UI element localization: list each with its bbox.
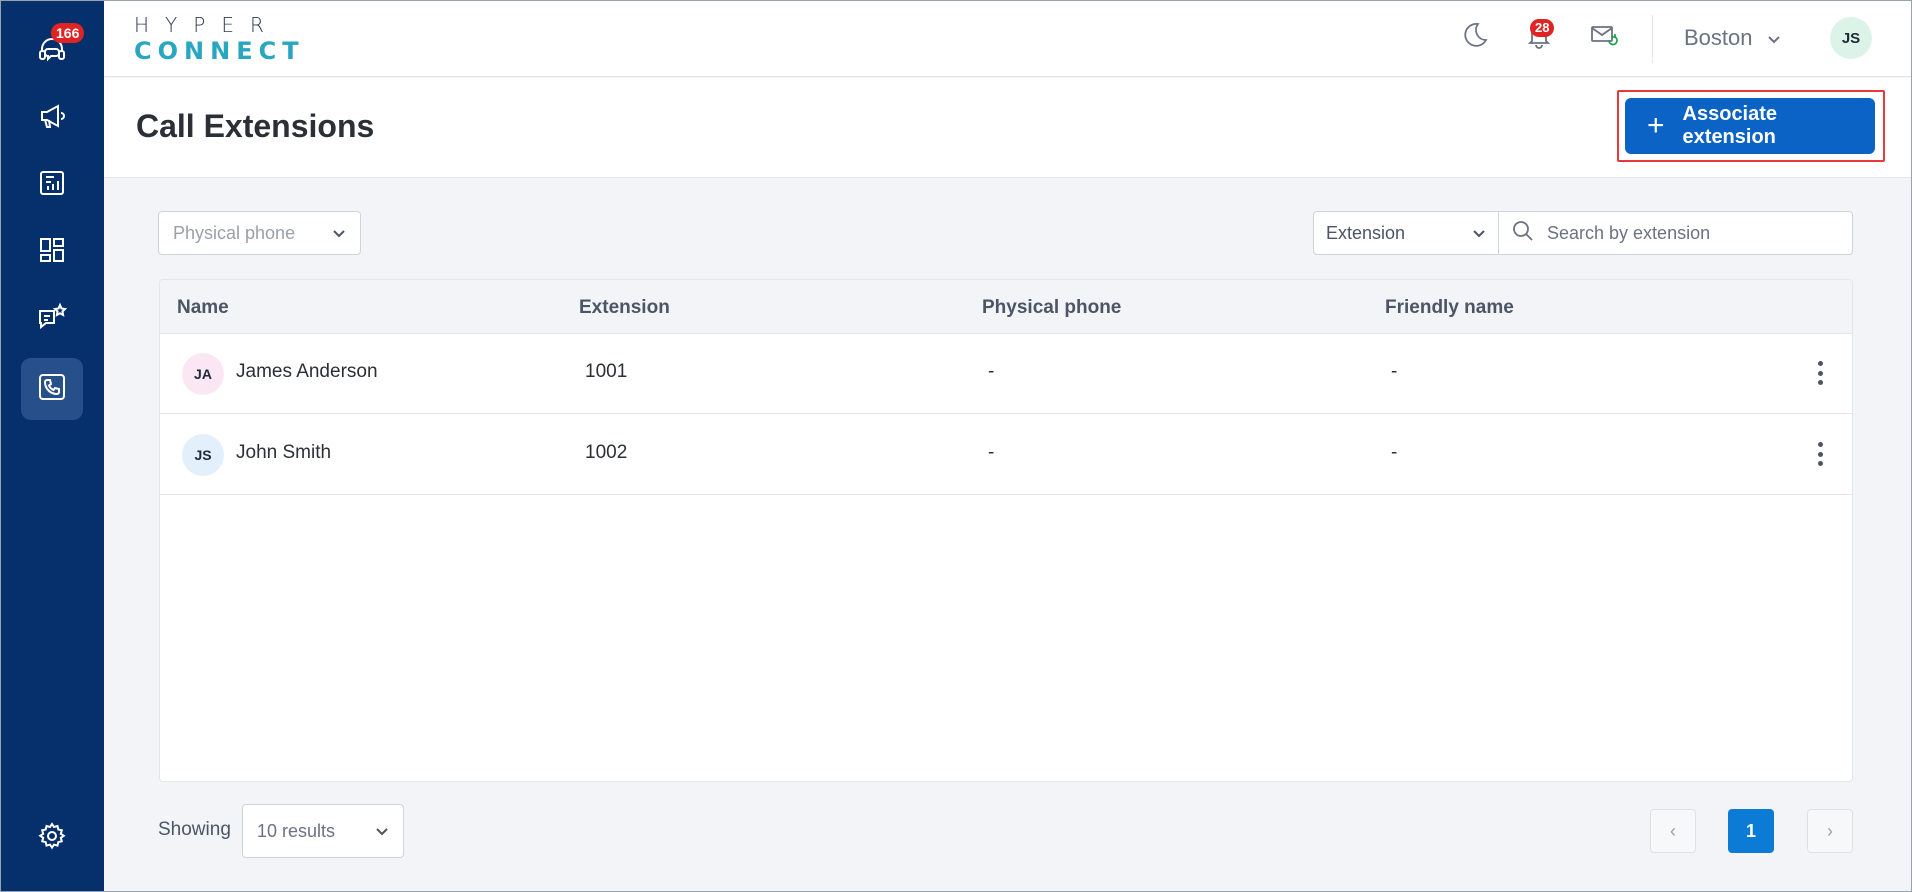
associate-extension-label: Associate extension (1682, 103, 1778, 148)
megaphone-icon (36, 100, 68, 137)
prev-page-button[interactable]: ‹ (1650, 809, 1696, 853)
showing-label: Showing (158, 819, 231, 840)
table-header: Name Extension Physical phone Friendly n… (160, 280, 1852, 334)
table-row[interactable]: JS John Smith 1002 - - (160, 415, 1852, 495)
kebab-dot (1817, 380, 1823, 385)
sidebar-item-reports[interactable] (21, 154, 83, 216)
physical-phone-filter-label: Physical phone (173, 222, 296, 243)
row-physical-phone: - (988, 361, 995, 382)
kebab-dot (1817, 361, 1823, 366)
next-page-button[interactable]: › (1807, 809, 1853, 853)
report-icon (36, 167, 68, 204)
chat-star-icon (36, 301, 68, 338)
phone-icon (36, 371, 68, 408)
page-size-label: 10 results (257, 820, 336, 841)
kebab-dot (1817, 442, 1823, 447)
location-label: Boston (1684, 25, 1753, 50)
support-badge: 166 (51, 23, 85, 43)
location-selector[interactable]: Boston (1684, 25, 1781, 51)
sidebar-item-call-extensions[interactable] (21, 358, 83, 420)
dark-mode-toggle[interactable] (1456, 19, 1492, 55)
sidebar-item-campaigns[interactable] (21, 87, 83, 149)
search-input[interactable] (1547, 222, 1837, 244)
row-actions-button[interactable] (1810, 358, 1830, 388)
kebab-dot (1817, 451, 1823, 457)
page-title: Call Extensions (136, 108, 375, 144)
physical-phone-filter[interactable]: Physical phone (158, 211, 361, 255)
mail-sync-icon (1589, 20, 1619, 55)
app-window: 166 HYPER CONNECT 28 Boston JS Call Exte… (0, 0, 1912, 892)
header-divider (1652, 15, 1653, 63)
sidebar: 166 (1, 1, 104, 891)
page-1-button[interactable]: 1 (1728, 809, 1774, 853)
notification-badge: 28 (1530, 19, 1555, 37)
plus-icon: + (1647, 109, 1665, 142)
extensions-table: Name Extension Physical phone Friendly n… (159, 279, 1853, 782)
sidebar-item-feedback[interactable] (21, 288, 83, 350)
associate-extension-button[interactable]: + Associate extension (1625, 98, 1875, 154)
chevron-down-icon (1767, 25, 1781, 51)
user-avatar[interactable]: JS (1830, 17, 1872, 59)
row-extension: 1001 (585, 361, 628, 382)
column-header-friendly-name: Friendly name (1385, 297, 1514, 318)
search-icon (1511, 219, 1535, 248)
table-row[interactable]: JA James Anderson 1001 - - (160, 334, 1852, 414)
sidebar-item-settings[interactable] (21, 807, 83, 869)
row-avatar: JA (182, 353, 224, 395)
row-friendly-name: - (1391, 442, 1398, 463)
page-size-select[interactable]: 10 results (242, 804, 404, 858)
chevron-down-icon (1472, 223, 1486, 244)
row-extension: 1002 (585, 442, 628, 463)
chevron-down-icon (375, 821, 389, 842)
row-physical-phone: - (988, 442, 995, 463)
kebab-dot (1817, 461, 1823, 466)
mail-sync-button[interactable] (1586, 19, 1622, 55)
page-titlebar: Call Extensions + Associate extension (104, 78, 1911, 178)
column-header-extension: Extension (579, 297, 670, 318)
top-header: HYPER CONNECT 28 Boston JS (104, 1, 1911, 77)
column-header-name: Name (177, 297, 229, 318)
search-field-select-label: Extension (1326, 222, 1406, 243)
gear-icon (36, 820, 68, 857)
kebab-dot (1817, 370, 1823, 376)
row-friendly-name: - (1391, 361, 1398, 382)
dashboard-icon (36, 234, 68, 271)
search-field-select[interactable]: Extension (1313, 211, 1499, 255)
row-name: James Anderson (236, 361, 378, 382)
chevron-down-icon (332, 223, 346, 244)
moon-icon (1459, 20, 1489, 55)
row-actions-button[interactable] (1810, 439, 1830, 469)
row-name: John Smith (236, 442, 332, 463)
row-avatar: JS (182, 434, 224, 476)
search-box (1498, 211, 1853, 255)
logo-top-text: HYPER (134, 13, 280, 37)
logo-bottom-text: CONNECT (134, 37, 305, 65)
sidebar-item-dashboard[interactable] (21, 221, 83, 283)
column-header-physical-phone: Physical phone (982, 297, 1122, 318)
